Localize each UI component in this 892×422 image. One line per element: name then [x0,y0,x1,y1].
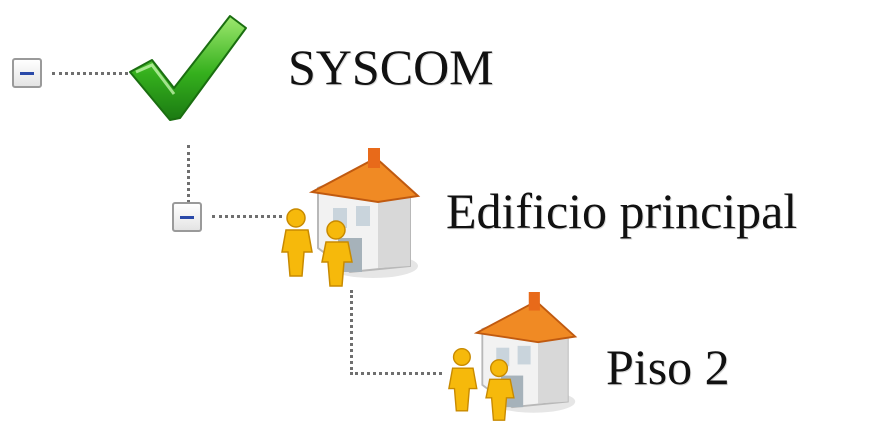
collapse-toggle-edificio-principal[interactable] [172,202,202,232]
tree-connector-level1 [212,215,282,218]
building-icon [448,292,578,421]
collapse-toggle-syscom[interactable] [12,58,42,88]
tree-connector-level1-vertical [187,145,190,210]
tree-connector-level2-vertical [350,290,353,370]
checkmark-icon [129,15,247,121]
tree-node-label[interactable]: SYSCOM [288,42,494,92]
tree-connector-level2 [350,372,442,375]
tree-node-label[interactable]: Edificio principal [446,186,797,236]
building-icon [281,148,421,287]
tree-connector-root [52,72,128,75]
location-tree: SYSCOM Edificio principal Piso 2 [0,0,892,422]
tree-node-label[interactable]: Piso 2 [606,342,730,392]
